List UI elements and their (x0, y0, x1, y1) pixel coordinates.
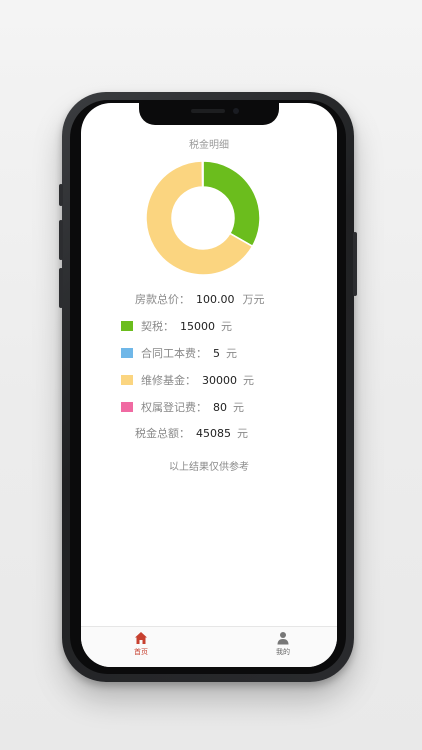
registration-fee-swatch (121, 402, 133, 412)
person-icon (277, 632, 289, 645)
deed-tax-row: 契税： 15000 元 (121, 318, 232, 334)
deed-tax-unit: 元 (221, 320, 232, 333)
mute-switch (59, 184, 63, 206)
registration-fee-value: 80 (213, 400, 227, 414)
house-price-value: 100.00 (196, 292, 235, 306)
power-button (353, 232, 357, 296)
deed-tax-label: 契税： (141, 320, 174, 333)
maintenance-fund-unit: 元 (243, 374, 254, 387)
volume-up-button (59, 220, 63, 260)
deed-tax-value: 15000 (180, 319, 215, 333)
speaker (191, 109, 225, 113)
tab-mine[interactable]: 我的 (263, 631, 303, 657)
house-price-unit: 万元 (242, 293, 265, 306)
bottom-tab-bar: 首页 我的 (81, 626, 337, 667)
tab-mine-label: 我的 (276, 648, 290, 656)
notch (139, 103, 279, 125)
maintenance-fund-label: 维修基金： (141, 374, 196, 387)
tax-donut-chart (145, 160, 261, 276)
contract-fee-value: 5 (213, 346, 220, 360)
maintenance-fund-value: 30000 (202, 373, 237, 387)
registration-fee-label: 权属登记费： (141, 401, 207, 414)
disclaimer-note: 以上结果仅供参考 (169, 462, 249, 473)
contract-fee-row: 合同工本费： 5 元 (121, 345, 237, 361)
total-tax-unit: 元 (237, 427, 248, 440)
contract-fee-label: 合同工本费： (141, 347, 207, 360)
home-icon (135, 632, 147, 644)
maintenance-fund-row: 维修基金： 30000 元 (121, 372, 254, 388)
registration-fee-row: 权属登记费： 80 元 (121, 399, 244, 415)
tab-home-label: 首页 (134, 648, 148, 656)
contract-fee-unit: 元 (226, 347, 237, 360)
registration-fee-unit: 元 (233, 401, 244, 414)
house-price-label: 房款总价： (135, 293, 190, 306)
deed-tax-swatch (121, 321, 133, 331)
total-tax-value: 45085 (196, 426, 231, 440)
camera (233, 108, 239, 114)
page-title: 税金明细 (189, 140, 229, 151)
maintenance-fund-swatch (121, 375, 133, 385)
contract-fee-swatch (121, 348, 133, 358)
volume-down-button (59, 268, 63, 308)
total-tax-label: 税金总额： (135, 427, 190, 440)
device-mockup: 税金明细 房款总价： 100.00 万元 契税： 15000 元 合同工本费： … (0, 0, 422, 750)
app-screen: 税金明细 房款总价： 100.00 万元 契税： 15000 元 合同工本费： … (81, 103, 337, 667)
total-tax-row: 税金总额： 45085 元 (135, 425, 248, 441)
tab-home[interactable]: 首页 (121, 631, 161, 657)
donut-slice-3 (201, 160, 204, 188)
house-price-row: 房款总价： 100.00 万元 (135, 291, 265, 307)
